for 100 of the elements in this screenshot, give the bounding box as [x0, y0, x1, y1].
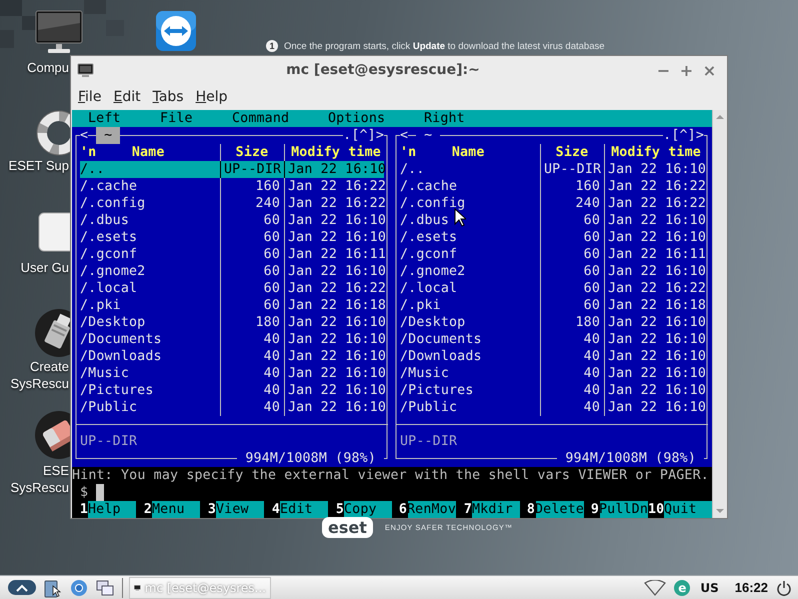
- file-name[interactable]: /.local: [400, 280, 536, 297]
- start-menu-button[interactable]: [8, 580, 36, 595]
- modify-time: Jan 22 16:10: [288, 382, 384, 399]
- modify-time: Jan 22 16:22: [288, 178, 384, 195]
- file-name[interactable]: /.esets: [80, 229, 216, 246]
- file-name[interactable]: /.gnome2: [80, 263, 216, 280]
- file-name[interactable]: /.gconf: [80, 246, 216, 263]
- file-name[interactable]: /.config: [400, 195, 536, 212]
- browser-icon[interactable]: [70, 578, 88, 596]
- file-name[interactable]: /Public: [400, 399, 536, 416]
- file-size: 240: [254, 195, 280, 212]
- file-size: 60: [582, 212, 600, 229]
- task-button[interactable]: mc [eset@esysres...: [129, 576, 271, 598]
- modify-time: Jan 22 16:10: [608, 365, 704, 382]
- panel-history-mark[interactable]: .[^]>: [343, 127, 384, 144]
- file-name[interactable]: /.dbus: [400, 212, 536, 229]
- menu-item[interactable]: Edit: [107, 89, 147, 105]
- file-name[interactable]: /.dbus: [80, 212, 216, 229]
- column-header[interactable]: Name: [96, 144, 200, 161]
- modify-time: Jan 22 16:10: [288, 331, 384, 348]
- modify-time: Jan 22 16:22: [608, 280, 704, 297]
- menu-item[interactable]: File: [72, 89, 108, 105]
- step-number: 1: [266, 40, 278, 52]
- disk-space: 994M/1008M (98%): [557, 450, 704, 467]
- terminal-icon: [77, 62, 94, 78]
- file-name[interactable]: /Desktop: [80, 314, 216, 331]
- file-name[interactable]: /Downloads: [80, 348, 216, 365]
- power-icon[interactable]: [776, 580, 792, 596]
- file-name[interactable]: /.gnome2: [400, 263, 536, 280]
- file-size: 60: [582, 229, 600, 246]
- menu-item[interactable]: Help: [190, 89, 234, 105]
- minimize-button[interactable]: −: [652, 59, 675, 81]
- file-name[interactable]: /Music: [80, 365, 216, 382]
- panel-path[interactable]: ~: [96, 127, 120, 144]
- icon-label: Create: [30, 359, 69, 375]
- file-name[interactable]: /Desktop: [400, 314, 536, 331]
- function-key[interactable]: 10Quit: [648, 501, 712, 518]
- file-name[interactable]: /Documents: [400, 331, 536, 348]
- menu-item[interactable]: Left: [88, 110, 160, 127]
- clock: 16:22: [734, 580, 768, 595]
- file-size: 40: [582, 365, 600, 382]
- file-name[interactable]: /Downloads: [400, 348, 536, 365]
- file-name[interactable]: /.config: [80, 195, 216, 212]
- file-name[interactable]: /Public: [80, 399, 216, 416]
- modify-time: Jan 22 16:22: [608, 178, 704, 195]
- file-name[interactable]: /Pictures: [400, 382, 536, 399]
- remote-arrows-icon[interactable]: [155, 10, 197, 52]
- file-size: 60: [582, 297, 600, 314]
- menu-item[interactable]: Options: [328, 110, 424, 127]
- file-size: 60: [262, 246, 280, 263]
- column-header[interactable]: Name: [416, 144, 520, 161]
- close-button[interactable]: ×: [698, 59, 721, 81]
- modify-time: Jan 22 16:10: [288, 365, 384, 382]
- keyboard-layout[interactable]: US: [700, 580, 719, 594]
- menu-item[interactable]: Right: [424, 110, 712, 127]
- document-icon[interactable]: [38, 212, 70, 252]
- menu-item[interactable]: File: [160, 110, 232, 127]
- icon-label: Compu: [27, 60, 69, 76]
- file-size: 180: [574, 314, 600, 331]
- column-header[interactable]: Size: [224, 144, 280, 161]
- modify-time: Jan 22 16:10: [608, 314, 704, 331]
- modify-time: Jan 22 16:10: [288, 229, 384, 246]
- file-size: 60: [262, 229, 280, 246]
- menu-item[interactable]: Tabs: [146, 89, 190, 105]
- file-name[interactable]: /..: [80, 161, 216, 178]
- modify-time: Jan 22 16:11: [288, 246, 384, 263]
- file-name[interactable]: /.local: [80, 280, 216, 297]
- modify-time: Jan 22 16:10: [608, 348, 704, 365]
- modify-time: Jan 22 16:10: [608, 399, 704, 416]
- logo: eset: [322, 517, 373, 538]
- column-header[interactable]: Size: [544, 144, 600, 161]
- file-name[interactable]: /.cache: [80, 178, 216, 195]
- icon-label: SysRescu: [10, 376, 69, 392]
- panel-history-mark[interactable]: .[^]>: [663, 127, 704, 144]
- file-name[interactable]: /Documents: [80, 331, 216, 348]
- file-size: 40: [582, 331, 600, 348]
- icon-label: ESE: [42, 463, 69, 479]
- modify-time: Jan 22 16:22: [608, 195, 704, 212]
- file-size: 40: [582, 382, 600, 399]
- chevron-up-icon: [16, 584, 28, 592]
- file-manager-icon[interactable]: [44, 578, 62, 598]
- column-header[interactable]: Modify time: [288, 144, 384, 161]
- file-name[interactable]: /..: [400, 161, 536, 178]
- maximize-button[interactable]: +: [675, 59, 698, 81]
- file-size: 60: [262, 212, 280, 229]
- text-cursor: [96, 484, 104, 501]
- file-name[interactable]: /.esets: [400, 229, 536, 246]
- file-name[interactable]: /.pki: [80, 297, 216, 314]
- file-size: UP--DIR: [224, 161, 280, 178]
- file-name[interactable]: /.gconf: [400, 246, 536, 263]
- column-header[interactable]: Modify time: [608, 144, 704, 161]
- lifebuoy-icon[interactable]: [35, 109, 70, 157]
- file-name[interactable]: /.cache: [400, 178, 536, 195]
- monitor-icon[interactable]: [35, 10, 83, 54]
- file-size: 160: [574, 178, 600, 195]
- file-name[interactable]: /.pki: [400, 297, 536, 314]
- menu-item[interactable]: Command: [232, 110, 328, 127]
- file-name[interactable]: /Music: [400, 365, 536, 382]
- windows-icon[interactable]: [96, 578, 114, 596]
- file-name[interactable]: /Pictures: [80, 382, 216, 399]
